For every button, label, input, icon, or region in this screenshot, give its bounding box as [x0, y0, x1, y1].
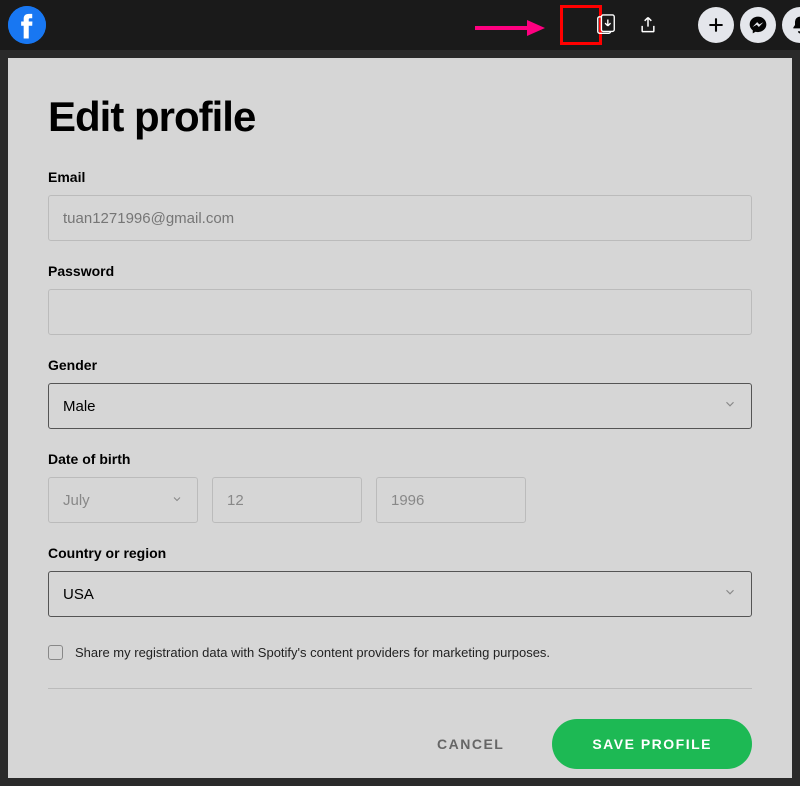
chevron-down-icon [723, 397, 737, 415]
share-data-checkbox[interactable] [48, 645, 63, 660]
country-value: USA [63, 586, 94, 603]
edit-profile-panel: Edit profile Email Password Gender Male … [8, 58, 792, 778]
email-field[interactable] [48, 195, 752, 241]
password-label: Password [48, 263, 752, 279]
share-icon[interactable] [630, 7, 666, 43]
dob-label: Date of birth [48, 451, 752, 467]
country-select[interactable]: USA [48, 571, 752, 617]
dob-month-value: July [63, 492, 90, 509]
dob-month-select[interactable]: July [48, 477, 198, 523]
chevron-down-icon [723, 585, 737, 603]
messenger-button[interactable] [740, 7, 776, 43]
password-field[interactable] [48, 289, 752, 335]
dob-day-field[interactable] [212, 477, 362, 523]
create-button[interactable] [698, 7, 734, 43]
gender-select[interactable]: Male [48, 383, 752, 429]
country-label: Country or region [48, 545, 752, 561]
chevron-down-icon [171, 492, 183, 509]
save-profile-button[interactable]: SAVE PROFILE [552, 719, 752, 769]
notifications-button[interactable]: 1 [782, 7, 800, 43]
share-data-label: Share my registration data with Spotify'… [75, 645, 550, 660]
download-icon[interactable] [588, 7, 624, 43]
gender-value: Male [63, 398, 96, 415]
facebook-logo[interactable] [8, 6, 46, 44]
dob-year-field[interactable] [376, 477, 526, 523]
annotation-arrow [475, 18, 545, 38]
page-title: Edit profile [48, 93, 752, 141]
cancel-button[interactable]: CANCEL [417, 722, 524, 766]
top-header: 1 [0, 0, 800, 50]
gender-label: Gender [48, 357, 752, 373]
email-label: Email [48, 169, 752, 185]
